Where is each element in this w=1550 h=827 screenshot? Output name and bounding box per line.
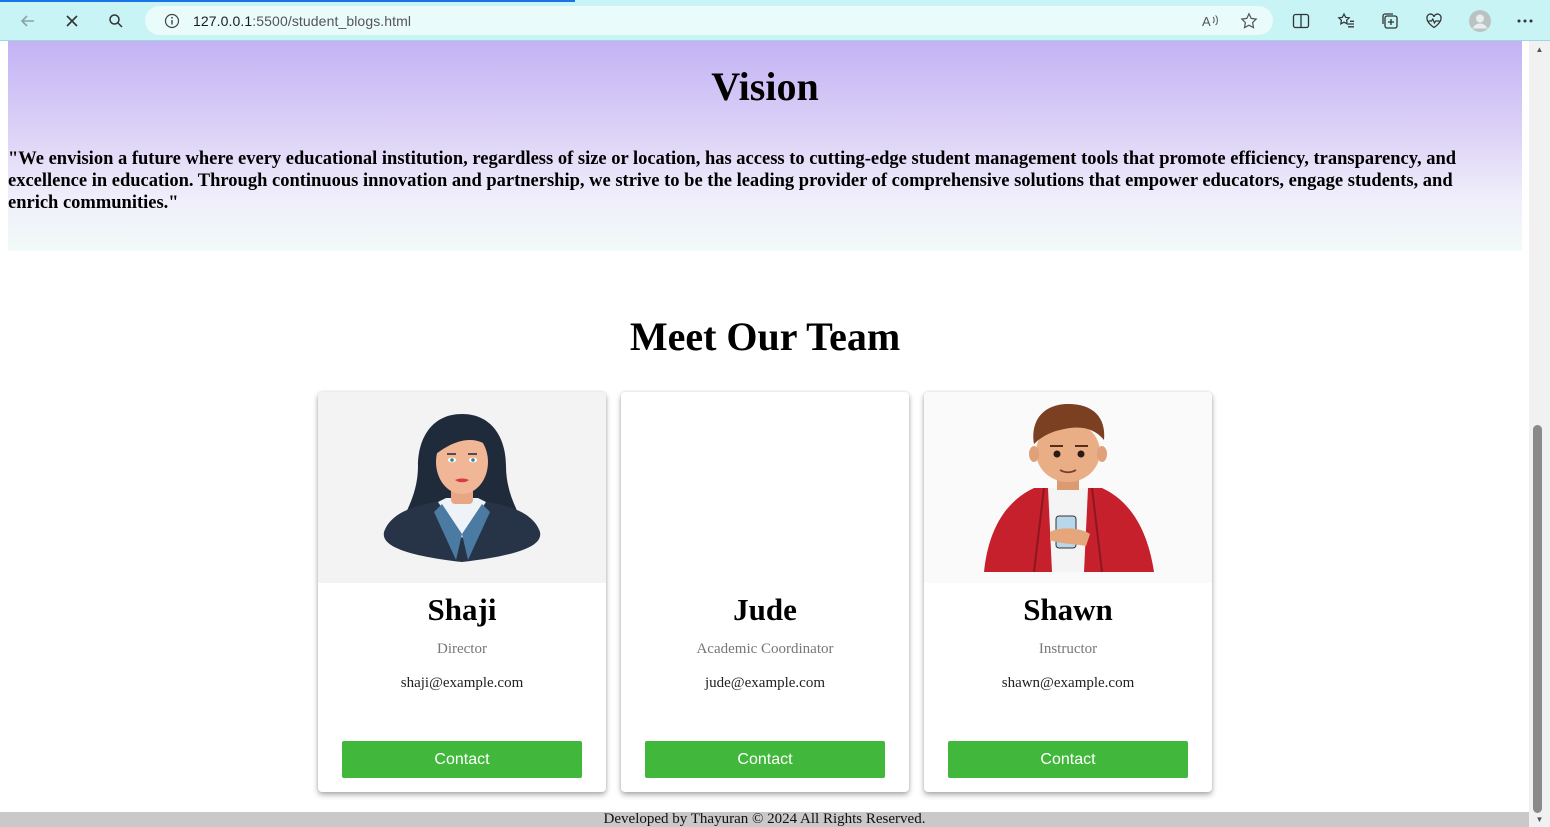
favorites-button[interactable]	[1331, 6, 1361, 36]
member-name: Jude	[733, 592, 797, 627]
search-icon	[109, 14, 123, 28]
contact-button[interactable]: Contact	[342, 741, 582, 778]
url-host: 127.0.0.1	[193, 12, 253, 29]
split-screen-icon	[1292, 13, 1310, 29]
member-email: shawn@example.com	[1001, 675, 1135, 691]
read-aloud-icon[interactable]: A	[1199, 10, 1220, 31]
woman-avatar-image	[318, 392, 606, 583]
scrollbar-thumb[interactable]	[1533, 425, 1542, 813]
member-role: Instructor	[1038, 641, 1098, 657]
scroll-up-arrow-icon[interactable]: ▲	[1529, 41, 1550, 57]
member-role: Director	[437, 641, 487, 657]
back-button[interactable]	[13, 6, 43, 36]
profile-button[interactable]	[1465, 6, 1495, 36]
member-name: Shawn	[1023, 592, 1113, 627]
member-name: Shaji	[427, 592, 497, 627]
member-email: jude@example.com	[704, 675, 826, 691]
member-email: shaji@example.com	[400, 675, 524, 691]
contact-button[interactable]: Contact	[948, 741, 1188, 778]
search-button[interactable]	[101, 6, 131, 36]
site-info-icon[interactable]	[163, 12, 181, 30]
browser-essentials-button[interactable]	[1419, 6, 1449, 36]
team-card-jude: Jude Academic Coordinator jude@example.c…	[621, 392, 909, 792]
vision-title: Vision	[711, 64, 819, 109]
member-photo-placeholder	[621, 392, 909, 583]
url-path: :5500/student_blogs.html	[252, 12, 412, 29]
team-section-title: Meet Our Team	[629, 314, 901, 359]
contact-button[interactable]: Contact	[645, 741, 885, 778]
more-options-icon	[1517, 19, 1533, 23]
browser-toolbar: 127.0.0.1:5500/student_blogs.html A	[0, 0, 1550, 41]
profile-avatar-icon	[1469, 10, 1491, 32]
url-text[interactable]: 127.0.0.1:5500/student_blogs.html	[193, 13, 411, 29]
stop-loading-button[interactable]	[57, 6, 87, 36]
man-avatar-image	[924, 392, 1212, 583]
favorites-list-icon	[1337, 12, 1354, 28]
scroll-down-arrow-icon[interactable]: ▼	[1529, 811, 1550, 827]
heart-pulse-icon	[1426, 13, 1442, 29]
team-card-shawn: Shawn Instructor shawn@example.com Conta…	[924, 392, 1212, 792]
back-arrow-icon	[20, 15, 34, 27]
team-card-shaji: Shaji Director shaji@example.com Contact	[318, 392, 606, 792]
vision-section: Vision "We envision a future where every…	[8, 41, 1522, 251]
vision-statement: "We envision a future where every educat…	[8, 149, 1457, 213]
member-role: Academic Coordinator	[696, 641, 834, 657]
close-icon	[66, 15, 78, 27]
settings-menu-button[interactable]	[1510, 6, 1540, 36]
page-footer: Developed by Thayuran © 2024 All Rights …	[0, 812, 1529, 827]
collections-icon	[1382, 13, 1398, 29]
svg-text:A: A	[1202, 14, 1211, 29]
split-screen-button[interactable]	[1286, 6, 1316, 36]
loading-progress-bar	[0, 0, 575, 2]
favorite-star-icon[interactable]	[1238, 10, 1259, 31]
collections-button[interactable]	[1375, 6, 1405, 36]
footer-text: Developed by Thayuran © 2024 All Rights …	[603, 812, 926, 827]
address-bar[interactable]: 127.0.0.1:5500/student_blogs.html A	[145, 6, 1273, 35]
